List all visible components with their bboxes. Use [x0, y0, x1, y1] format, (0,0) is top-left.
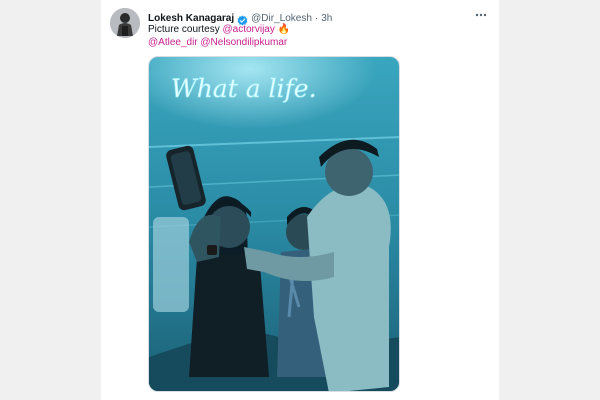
verified-badge-icon — [237, 13, 248, 25]
selfie-photo-illustration: What a life. — [149, 57, 399, 391]
right-background-panel — [500, 0, 600, 400]
author-avatar[interactable] — [110, 8, 140, 38]
tweet-text: Picture courtesy @actorvijay 🔥 @Atlee_di… — [148, 23, 398, 49]
author-handle[interactable]: @Dir_Lokesh — [251, 13, 312, 24]
mention-link[interactable]: @Nelsondilipkumar — [200, 37, 287, 48]
more-options-icon[interactable] — [474, 8, 488, 22]
author-name[interactable]: Lokesh Kanagaraj — [148, 13, 234, 24]
tweet-photo[interactable]: What a life. — [148, 56, 400, 392]
mention-link[interactable]: @Atlee_dir — [148, 37, 198, 48]
header-separator: · — [314, 12, 319, 24]
mention-link[interactable]: @actorvijay — [222, 24, 274, 35]
fire-emoji: 🔥 — [277, 24, 291, 35]
left-background-panel — [0, 0, 100, 400]
tweet-timestamp[interactable]: 3h — [321, 13, 332, 24]
neon-sign-text: What a life. — [171, 74, 317, 103]
tweet-text-prefix: Picture courtesy — [148, 24, 223, 35]
